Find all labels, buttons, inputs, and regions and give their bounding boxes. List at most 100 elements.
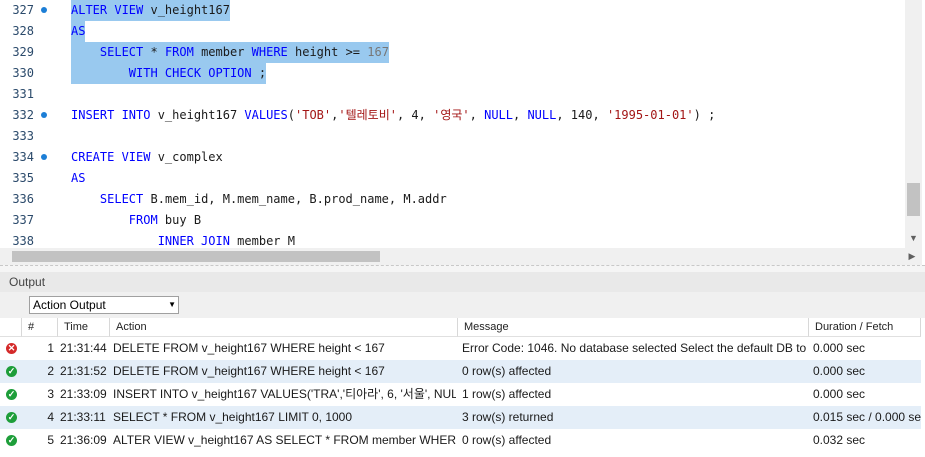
code-line[interactable]: WITH CHECK OPTION ; <box>71 63 267 84</box>
table-row[interactable]: ✓ 4 21:33:11 SELECT * FROM v_height167 LIMI… <box>0 406 921 429</box>
code-line[interactable]: FROM buy B <box>71 210 201 231</box>
dropdown-arrow-icon[interactable]: ▼ <box>168 298 176 312</box>
scroll-left-arrow-icon[interactable] <box>0 250 10 263</box>
code-token: ) ; <box>693 108 716 122</box>
cell-duration: 0.000 sec <box>813 387 866 401</box>
code-token: VALUES <box>244 108 288 122</box>
check-circle-icon: ✓ <box>6 366 17 377</box>
output-toolbar: Action Output ▼ <box>0 292 925 319</box>
statement-marker-icon <box>41 154 47 160</box>
cell-num: 4 <box>47 410 54 424</box>
cell-action: DELETE FROM v_height167 WHERE height < 1… <box>113 341 385 355</box>
code-token: height >= <box>287 45 368 59</box>
code-token: CREATE VIEW <box>71 150 151 164</box>
cell-message: 0 row(s) affected <box>462 364 552 378</box>
code-token: NULL <box>484 108 513 122</box>
line-number-gutter: 327 328 329 330 331 332 333 334 335 336 337 338 <box>0 0 60 252</box>
code-token: SELECT <box>99 192 144 206</box>
code-token: 167 <box>367 45 389 59</box>
line-number: 327 <box>12 3 34 17</box>
editor-vertical-scrollbar[interactable]: ▼ <box>905 0 922 248</box>
table-row[interactable]: ✕ 1 21:31:44 DELETE FROM v_height167 WHERE … <box>0 337 921 360</box>
cell-message: 0 row(s) affected <box>462 433 552 447</box>
line-number: 331 <box>12 87 34 101</box>
code-token: v_complex <box>150 150 223 164</box>
code-token: INSERT INTO <box>71 108 151 122</box>
code-token: AS <box>71 171 86 185</box>
cell-time: 21:33:11 <box>60 410 106 424</box>
code-token: buy B <box>157 213 202 227</box>
code-token: , 4, <box>396 108 434 122</box>
error-circle-icon: ✕ <box>6 343 17 354</box>
column-header-message[interactable]: Message <box>458 318 809 337</box>
column-header-action[interactable]: Action <box>110 318 458 337</box>
panel-splitter[interactable] <box>0 265 925 272</box>
line-number: 335 <box>12 171 34 185</box>
code-line[interactable]: SELECT B.mem_id, M.mem_name, B.prod_name… <box>71 189 447 210</box>
cell-num: 1 <box>47 341 54 355</box>
check-circle-icon: ✓ <box>6 435 17 446</box>
code-token: '영국' <box>433 108 470 122</box>
cell-duration: 0.032 sec <box>813 433 866 447</box>
code-line[interactable]: SELECT * FROM member WHERE height >= 167 <box>71 42 389 63</box>
code-token: ALTER VIEW <box>71 3 144 17</box>
output-panel-header: Output <box>0 272 925 292</box>
code-token: member M <box>229 234 295 248</box>
action-output-table: # Time Action Message Duration / Fetch ✕… <box>0 318 925 457</box>
horizontal-scroll-thumb[interactable] <box>12 251 380 262</box>
code-token: , <box>513 108 528 122</box>
code-line[interactable]: INSERT INTO v_height167 VALUES('TOB', '텔레… <box>71 105 715 126</box>
line-number: 337 <box>12 213 34 227</box>
code-token: ; <box>251 66 267 80</box>
check-circle-icon: ✓ <box>6 412 17 423</box>
vertical-scroll-thumb[interactable] <box>907 183 920 216</box>
code-line[interactable]: AS <box>71 21 86 42</box>
code-token: v_height167 <box>143 3 230 17</box>
cell-message: 1 row(s) affected <box>462 387 552 401</box>
cell-num: 5 <box>47 433 54 447</box>
line-number: 332 <box>12 108 34 122</box>
code-line[interactable]: ALTER VIEW v_height167 <box>71 0 230 21</box>
editor-horizontal-scrollbar[interactable]: ▶ <box>0 248 922 265</box>
code-token: INNER JOIN <box>157 234 230 248</box>
line-number: 336 <box>12 192 34 206</box>
code-area[interactable]: ALTER VIEW v_height167 AS SELECT * FROM m… <box>71 0 901 252</box>
scroll-down-arrow-icon[interactable]: ▼ <box>909 232 918 244</box>
table-row[interactable]: ✓ 2 21:31:52 DELETE FROM v_height167 WHERE … <box>0 360 921 383</box>
cell-time: 21:33:09 <box>60 387 107 401</box>
code-token: AS <box>71 24 86 38</box>
table-row[interactable]: ✓ 3 21:33:09 INSERT INTO v_height167 VALUES… <box>0 383 921 406</box>
column-header-time[interactable]: Time <box>58 318 110 337</box>
cell-message: 3 row(s) returned <box>462 410 554 424</box>
check-circle-icon: ✓ <box>6 389 17 400</box>
code-token: SELECT <box>99 45 144 59</box>
cell-message: Error Code: 1046. No database selected S… <box>462 341 807 355</box>
output-type-select[interactable]: Action Output ▼ <box>29 296 179 314</box>
code-line[interactable]: CREATE VIEW v_complex <box>71 147 223 168</box>
cell-action: SELECT * FROM v_height167 LIMIT 0, 1000 <box>113 410 353 424</box>
cell-action: ALTER VIEW v_height167 AS SELECT * FROM … <box>113 433 456 447</box>
line-number: 329 <box>12 45 34 59</box>
code-token: FROM <box>164 45 194 59</box>
column-header-duration[interactable]: Duration / Fetch <box>809 318 921 337</box>
code-token: member <box>193 45 252 59</box>
code-token: '1995-01-01' <box>606 108 694 122</box>
code-token: 'TOB' <box>295 108 332 122</box>
code-token: , 140, <box>556 108 607 122</box>
code-token: B.mem_id, M.mem_name, B.prod_name, M.add… <box>143 192 447 206</box>
column-header-number[interactable]: # <box>22 318 58 337</box>
scroll-right-arrow-icon[interactable]: ▶ <box>906 250 918 263</box>
table-row[interactable]: ✓ 5 21:36:09 ALTER VIEW v_height167 AS SELE… <box>0 429 921 452</box>
output-panel-title: Output <box>9 275 46 289</box>
sql-editor[interactable]: 327 328 329 330 331 332 333 334 335 336 337 338 ALT… <box>0 0 925 265</box>
code-line[interactable]: AS <box>71 168 85 189</box>
output-type-selected: Action Output <box>33 298 106 312</box>
cell-duration: 0.015 sec / 0.000 sec <box>813 410 921 424</box>
code-token: ( <box>287 108 295 122</box>
statement-marker-icon <box>41 112 47 118</box>
cell-duration: 0.000 sec <box>813 364 866 378</box>
